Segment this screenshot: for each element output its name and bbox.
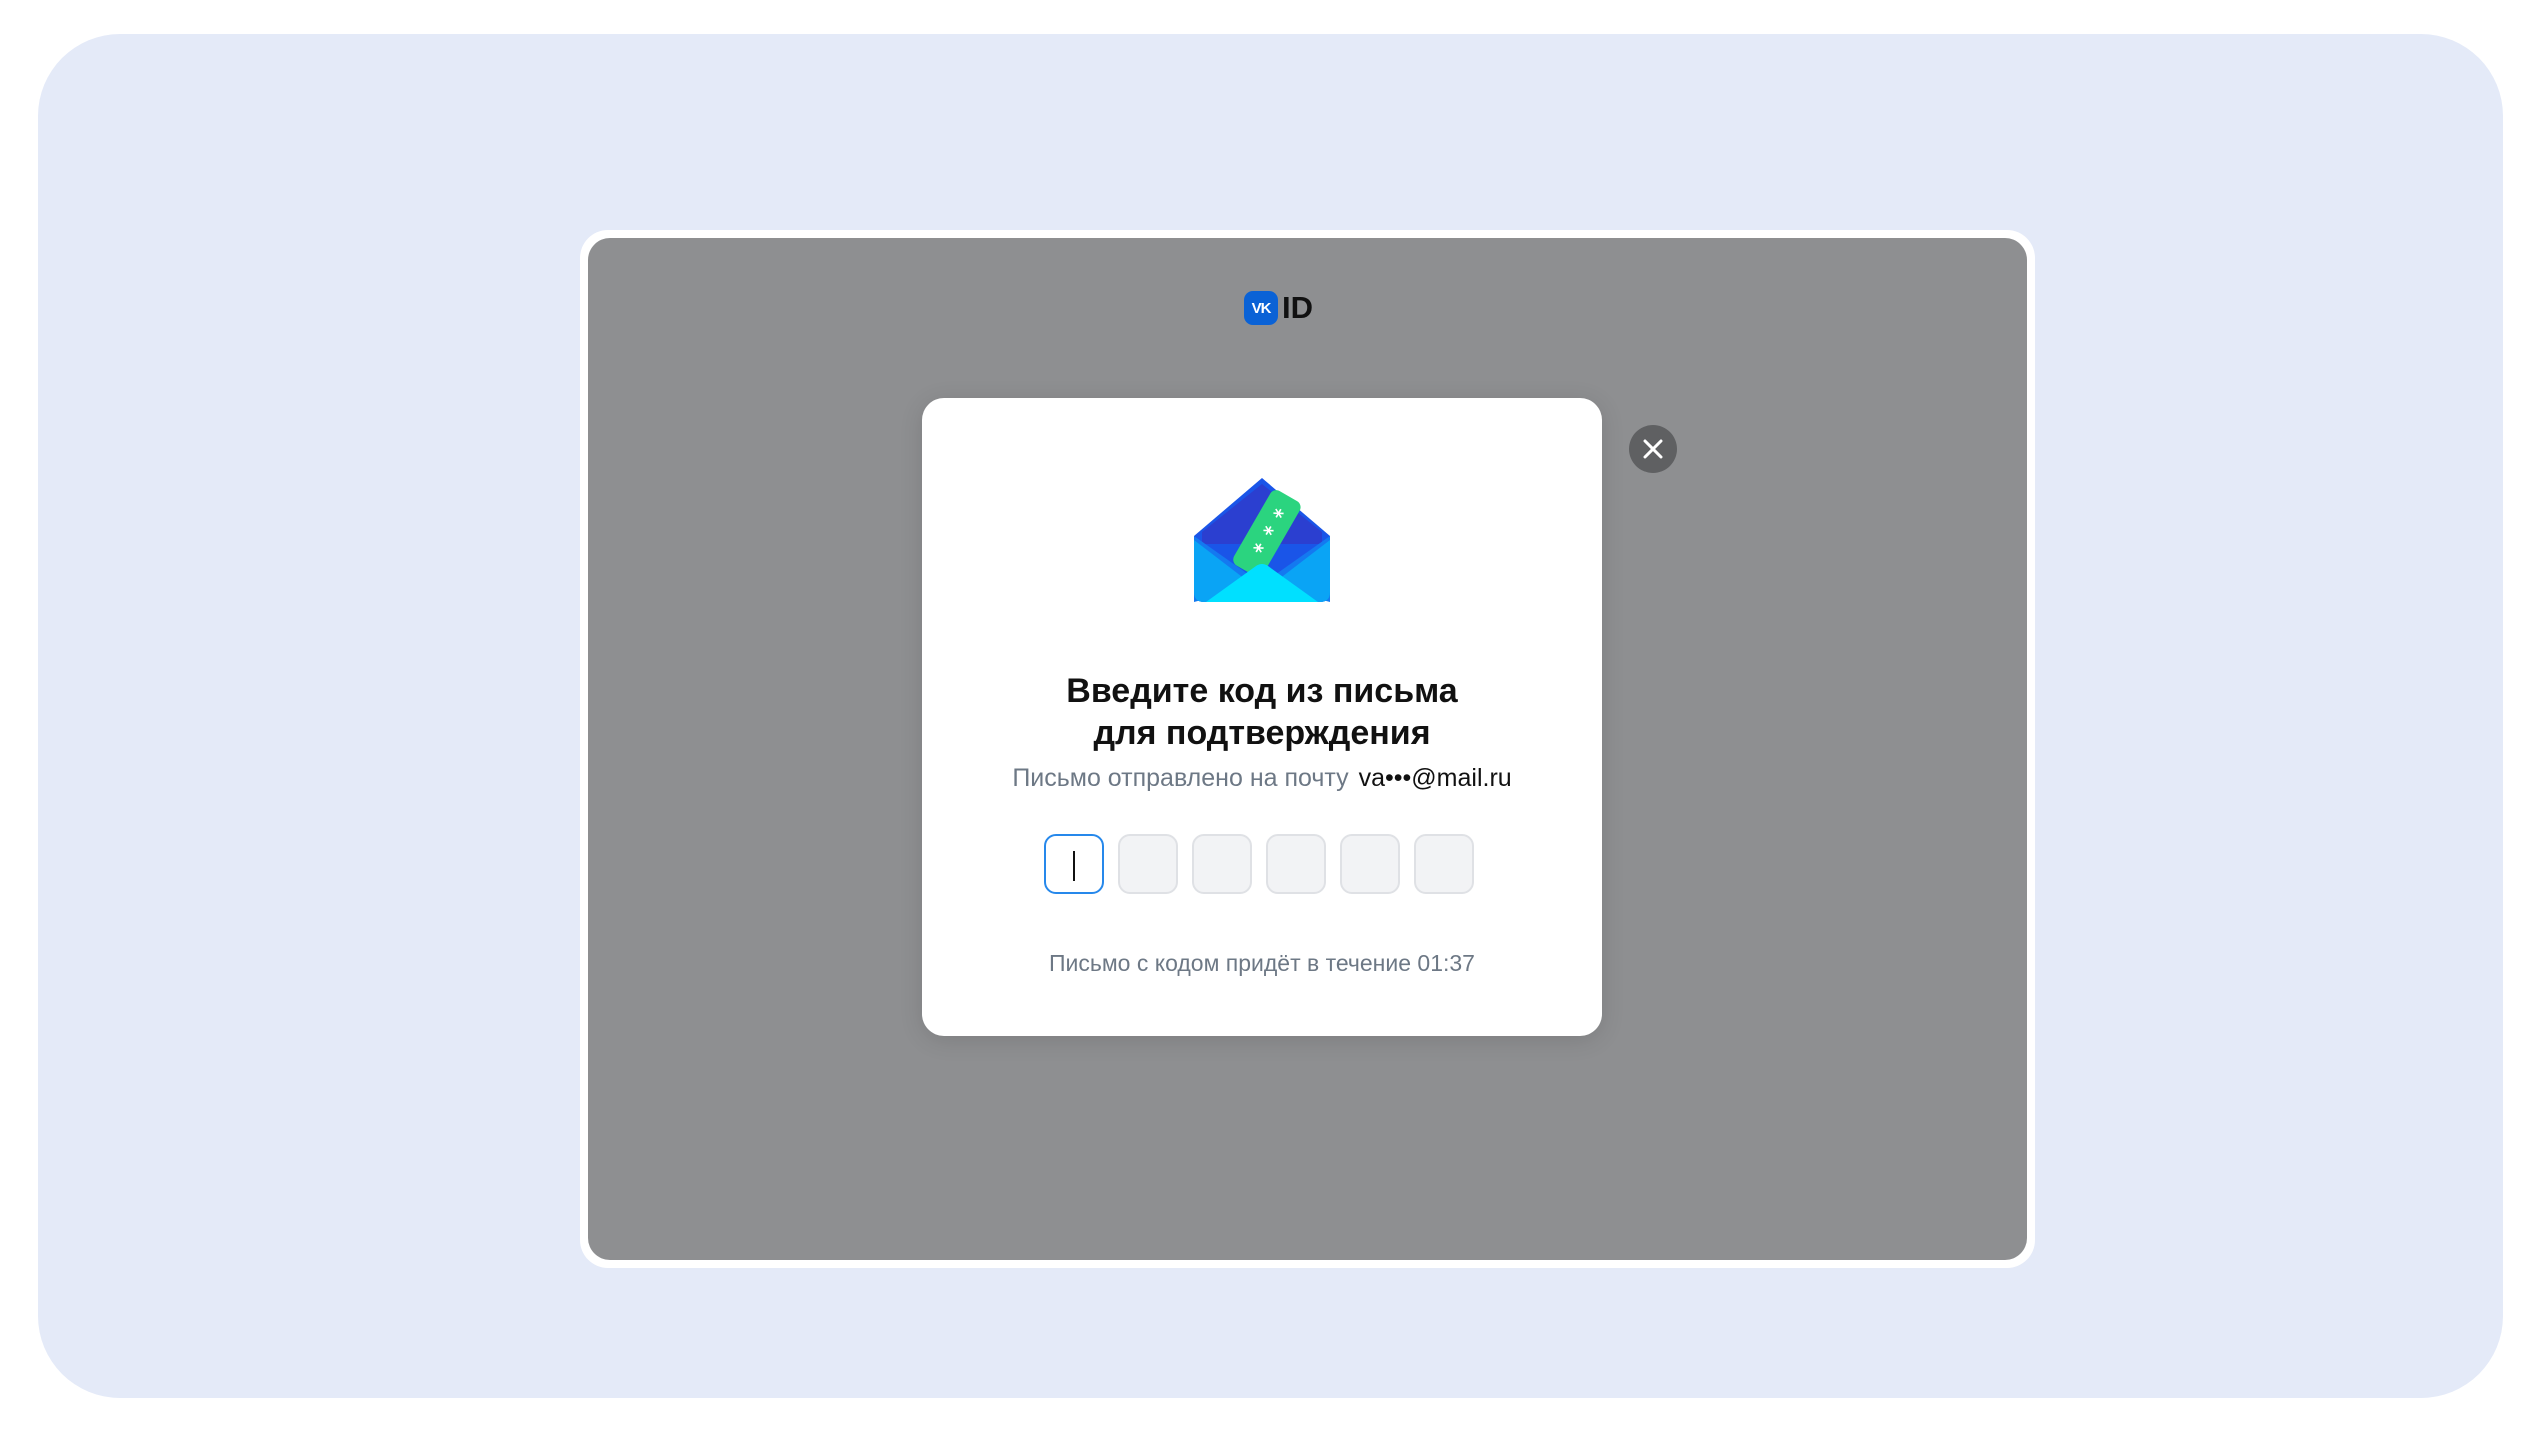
- code-digit-input-5[interactable]: [1340, 834, 1400, 894]
- dimmed-overlay: VK ID * * * Введите код из письма для по…: [588, 238, 2027, 1260]
- resend-timer-text: Письмо с кодом придёт в течение 01:37: [1049, 950, 1475, 976]
- vk-id-logo: VK ID: [1244, 290, 1313, 326]
- code-input-group: [1044, 834, 1474, 894]
- browser-frame: VK ID * * * Введите код из письма для по…: [580, 230, 2035, 1268]
- code-digit-input-3[interactable]: [1192, 834, 1252, 894]
- dialog-title-line-2: для подтверждения: [1093, 714, 1431, 752]
- vk-logo-icon: VK: [1244, 291, 1278, 325]
- code-digit-input-6[interactable]: [1414, 834, 1474, 894]
- close-button[interactable]: [1629, 425, 1677, 473]
- close-icon: [1643, 439, 1663, 459]
- envelope-with-code-icon: * * *: [1194, 478, 1330, 602]
- code-digit-input-4[interactable]: [1266, 834, 1326, 894]
- sent-label: Письмо отправлено на почту: [1012, 764, 1349, 792]
- text-caret: [1073, 851, 1075, 881]
- page-background: VK ID * * * Введите код из письма для по…: [38, 34, 2503, 1398]
- dialog-title-line-1: Введите код из письма: [1066, 672, 1458, 710]
- sent-to-message: Письмо отправлено на почту va•••@mail.ru: [922, 764, 1602, 793]
- id-logo-text: ID: [1282, 290, 1313, 325]
- code-digit-input-2[interactable]: [1118, 834, 1178, 894]
- verification-dialog: * * * Введите код из письма для подтверж…: [922, 398, 1602, 1036]
- dialog-title: Введите код из письма для подтверждения: [922, 670, 1602, 754]
- code-digit-input-1[interactable]: [1044, 834, 1104, 894]
- masked-email: va•••@mail.ru: [1358, 764, 1512, 792]
